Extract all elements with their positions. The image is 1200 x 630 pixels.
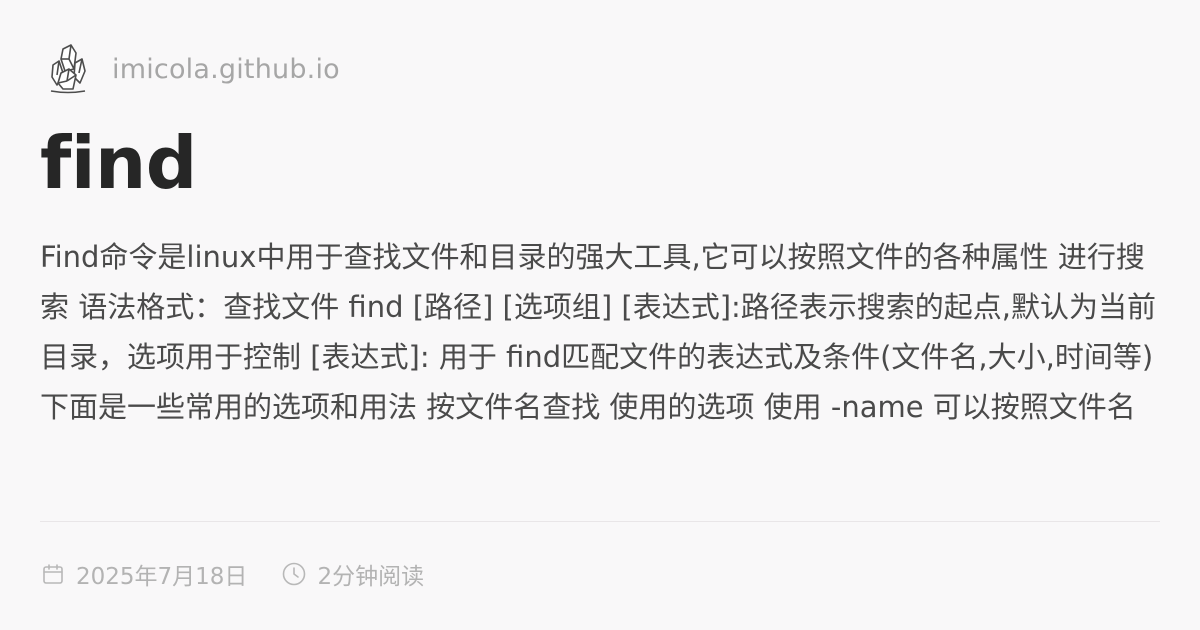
publish-date-text: 2025年7月18日 (76, 564, 248, 590)
reading-time-text: 2分钟阅读 (317, 564, 425, 590)
clock-icon (281, 561, 307, 587)
post-meta: 2025年7月18日 2分钟阅读 (40, 556, 424, 592)
publish-date: 2025年7月18日 (40, 557, 247, 591)
post-title[interactable]: find (40, 118, 197, 208)
calendar-icon (40, 561, 66, 587)
post-description: Find命令是linux中用于查找文件和目录的强大工具,它可以按照文件的各种属性… (40, 240, 1157, 424)
og-card: imicola.github.io find Find命令是linux中用于查找… (40, 0, 1160, 630)
divider (40, 521, 1160, 522)
crystal-logo-icon (46, 40, 90, 98)
reading-time: 2分钟阅读 (281, 557, 424, 591)
site-name[interactable]: imicola.github.io (112, 54, 340, 85)
site-header[interactable]: imicola.github.io (46, 40, 340, 98)
